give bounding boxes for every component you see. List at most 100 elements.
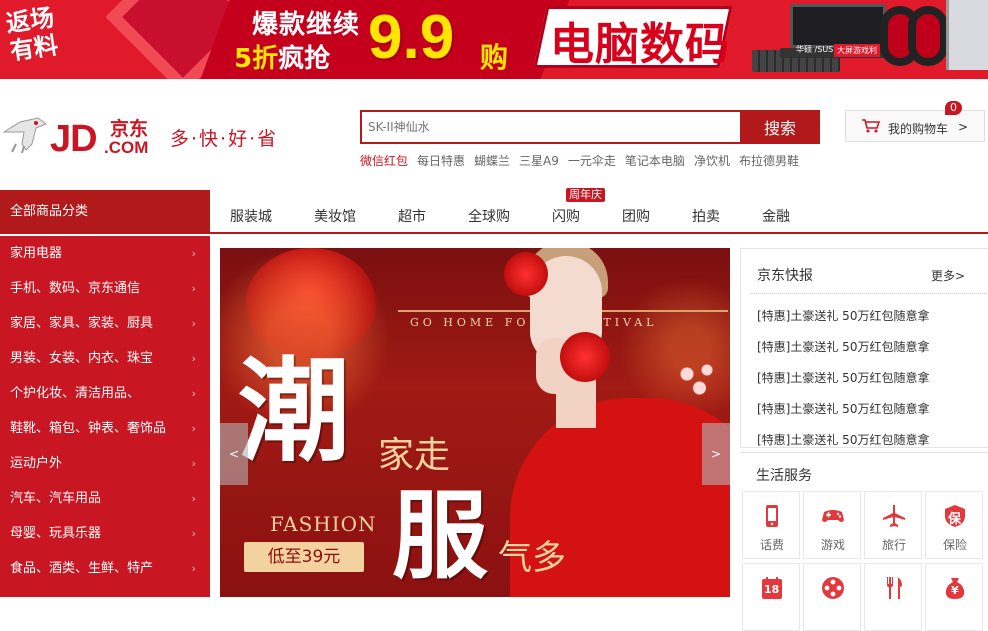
news-more-link[interactable]: 更多> — [931, 267, 965, 284]
nav-item-beauty[interactable]: 美妆馆 — [314, 206, 356, 226]
laptop-tag: 大屏游戏利 — [834, 44, 880, 57]
hero-big-char-2: 服 — [392, 479, 488, 592]
category-item[interactable]: 食品、酒类、生鲜、特产 › — [0, 551, 210, 586]
nav-item-flash[interactable]: 闪购 — [552, 206, 580, 226]
promo-price-unit: 购 — [480, 41, 509, 74]
service-label: 保险 — [942, 538, 967, 552]
hero-price-tag: 低至39元 — [244, 542, 364, 572]
hero-carousel-slide[interactable]: GO HOME FOR S FESTIVAL 潮 家走 FASHION 服 气多… — [220, 248, 730, 597]
nav-item-group[interactable]: 团购 — [622, 206, 650, 226]
chevron-right-icon: › — [191, 317, 196, 330]
cart-label: 我的购物车 — [888, 122, 949, 136]
category-item[interactable]: 鞋靴、箱包、钟表、奢饰品 › — [0, 411, 210, 446]
film-icon — [822, 577, 844, 599]
chevron-right-icon: › — [191, 492, 196, 505]
chevron-right-icon: › — [191, 457, 196, 470]
category-item[interactable]: 手机、数码、京东通信 › — [0, 271, 210, 306]
service-film[interactable] — [803, 563, 861, 631]
nav-item-clothing[interactable]: 服装城 — [230, 206, 272, 226]
logo-cn-text: 京东 — [110, 118, 149, 140]
category-label: 汽车、汽车用品 — [10, 491, 102, 506]
chevron-right-icon: › — [191, 387, 196, 400]
nav-item-finance[interactable]: 金融 — [762, 206, 790, 226]
category-sidebar: 家用电器 › 手机、数码、京东通信 › 家居、家具、家装、厨具 › 男装、女装、内衣、… — [0, 236, 210, 597]
money-symbol: ¥ — [951, 584, 959, 597]
hotword-link[interactable]: 微信红包 — [360, 154, 408, 168]
chevron-right-icon: › — [191, 562, 196, 575]
category-item[interactable]: 汽车、汽车用品 › — [0, 481, 210, 516]
hotword-link[interactable]: 布拉德男鞋 — [739, 154, 799, 168]
promo-price: 9.9 — [368, 3, 455, 72]
category-label: 个护化妆、清洁用品、 — [10, 386, 141, 401]
service-travel[interactable]: 旅行 — [864, 491, 922, 559]
chevron-right-icon: > — [958, 120, 969, 134]
all-categories-title[interactable]: 全部商品分类 — [0, 190, 210, 234]
promo-line1: 爆款继续 — [252, 10, 361, 40]
nav-item-auction[interactable]: 拍卖 — [692, 206, 720, 226]
category-item[interactable]: 个护化妆、清洁用品、 › — [0, 376, 210, 411]
search-input[interactable] — [360, 110, 740, 144]
hotword-link[interactable]: 蝴蝶兰 — [474, 154, 510, 168]
category-label: 手机、数码、京东通信 — [10, 281, 141, 296]
chevron-right-icon: › — [191, 527, 196, 540]
top-promo-banner[interactable]: 返场有料 爆款继续 5折疯抢 9.9 购 电脑数码 华硕 /SUS 大屏游戏利 — [0, 0, 988, 79]
life-services-panel: 生活服务 话费 游戏 旅行 保 保险 18 ¥ — [740, 452, 988, 631]
hotword-link[interactable]: 一元伞走 — [568, 154, 616, 168]
service-food[interactable] — [864, 563, 922, 631]
hotword-link[interactable]: 净饮机 — [694, 154, 730, 168]
laptop-image — [790, 4, 886, 48]
hair-flower-image — [504, 252, 548, 296]
held-flower-image — [560, 332, 610, 382]
services-title: 生活服务 — [756, 468, 812, 484]
category-item[interactable]: 母婴、玩具乐器 › — [0, 516, 210, 551]
insurance-char: 保 — [948, 512, 962, 527]
chevron-right-icon: › — [191, 352, 196, 365]
category-label: 运动户外 — [10, 456, 63, 471]
category-item[interactable]: 家居、家具、家装、厨具 › — [0, 306, 210, 341]
service-phone-recharge[interactable]: 话费 — [742, 491, 800, 559]
calendar-number: 18 — [764, 583, 780, 596]
logo-com-text: .COM — [104, 138, 149, 157]
search-button[interactable]: 搜索 — [740, 110, 820, 144]
service-finance[interactable]: ¥ — [925, 563, 983, 631]
phone-icon — [766, 505, 778, 527]
food-icon — [887, 577, 902, 599]
plum-blossom-image — [672, 358, 722, 398]
hotword-link[interactable]: 笔记本电脑 — [625, 154, 685, 168]
news-item[interactable]: [特惠]土豪送礼 50万红包随意拿 — [757, 369, 929, 386]
slogan: 多·快·好·省 — [170, 128, 279, 150]
hotword-link[interactable]: 每日特惠 — [417, 154, 465, 168]
headphone-right-image — [908, 6, 948, 66]
service-insurance[interactable]: 保 保险 — [925, 491, 983, 559]
category-item[interactable]: 运动户外 › — [0, 446, 210, 481]
category-label: 家居、家具、家装、厨具 — [10, 316, 154, 331]
news-item[interactable]: [特惠]土豪送礼 50万红包随意拿 — [757, 400, 929, 417]
category-item[interactable]: 家用电器 › — [0, 236, 210, 271]
chevron-right-icon: › — [191, 282, 196, 295]
service-calendar[interactable]: 18 — [742, 563, 800, 631]
category-item[interactable]: 男装、女装、内衣、珠宝 › — [0, 341, 210, 376]
service-game[interactable]: 游戏 — [803, 491, 861, 559]
chevron-right-icon: › — [191, 247, 196, 260]
promo-line2: 5折疯抢 — [234, 38, 330, 75]
category-label: 食品、酒类、生鲜、特产 — [10, 561, 154, 576]
news-item[interactable]: [特惠]土豪送礼 50万红包随意拿 — [757, 338, 929, 355]
fanli-tag: 返场有料 — [4, 3, 60, 66]
cart-count-badge: 0 — [945, 101, 962, 115]
anniversary-badge: 周年庆 — [566, 188, 605, 202]
cart-button[interactable]: 我的购物车 > — [845, 110, 985, 142]
jd-news-panel: 京东快报 更多> [特惠]土豪送礼 50万红包随意拿 [特惠]土豪送礼 50万红… — [740, 248, 988, 448]
logo-jd-text: JD — [50, 118, 98, 160]
nav-item-global[interactable]: 全球购 — [468, 206, 510, 226]
plane-icon — [883, 505, 905, 527]
nav-item-supermarket[interactable]: 超市 — [398, 206, 426, 226]
jd-logo[interactable]: JD 京东 .COM — [0, 108, 170, 164]
hero-small-text-2: 气多 — [498, 538, 566, 578]
carousel-next-button[interactable]: > — [702, 423, 730, 485]
hero-small-text-1: 家走 — [378, 435, 451, 476]
hero-fashion-text: FASHION — [270, 512, 377, 536]
carousel-prev-button[interactable]: < — [220, 423, 248, 485]
news-item[interactable]: [特惠]土豪送礼 50万红包随意拿 — [757, 307, 929, 324]
news-item[interactable]: [特惠]土豪送礼 50万红包随意拿 — [757, 431, 929, 448]
hotword-link[interactable]: 三星A9 — [519, 154, 559, 168]
